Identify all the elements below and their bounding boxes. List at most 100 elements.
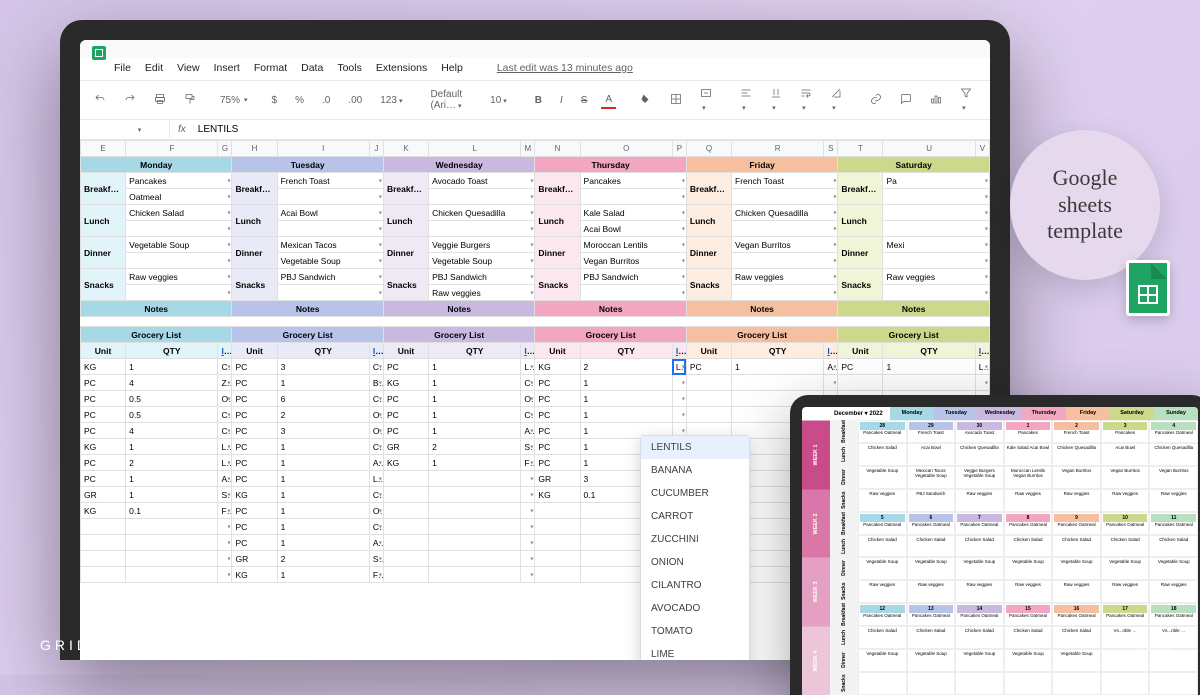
grocery-col-header[interactable]: Unit: [838, 343, 883, 359]
rotate-button[interactable]: [826, 85, 846, 115]
grocery-cell[interactable]: 2: [580, 359, 672, 375]
grocery-col-header[interactable]: QTY: [429, 343, 521, 359]
grocery-cell[interactable]: [429, 519, 521, 535]
grocery-cell[interactable]: [126, 519, 218, 535]
grocery-cell[interactable]: [429, 487, 521, 503]
meal-cell[interactable]: [883, 205, 990, 221]
cal-cell[interactable]: Vegetable Soup: [1101, 557, 1150, 580]
cal-cell[interactable]: Chicken Salad: [1052, 626, 1101, 649]
grocery-cell[interactable]: PC: [232, 519, 277, 535]
menu-extensions[interactable]: Extensions: [376, 62, 427, 74]
grocery-cell[interactable]: CHICKEN: [369, 487, 383, 503]
grocery-cell[interactable]: 2: [429, 439, 521, 455]
grocery-cell[interactable]: 1: [277, 455, 369, 471]
grocery-cell[interactable]: PC: [232, 471, 277, 487]
grocery-cell[interactable]: PC: [535, 455, 580, 471]
merge-button[interactable]: [696, 85, 716, 115]
grocery-cell[interactable]: [218, 551, 232, 567]
grocery-cell[interactable]: [672, 407, 686, 423]
column-header[interactable]: S: [824, 141, 838, 157]
grocery-cell[interactable]: 1: [277, 519, 369, 535]
cal-cell[interactable]: Vegetable Soup: [1149, 557, 1198, 580]
grocery-cell[interactable]: PC: [838, 359, 883, 375]
cal-cell[interactable]: 6Pancakes Oatmeal: [907, 512, 956, 535]
grocery-cell[interactable]: [81, 551, 126, 567]
cal-cell[interactable]: 18Pancakes Oatmeal: [1149, 603, 1198, 626]
grocery-cell[interactable]: KG: [232, 567, 277, 583]
grocery-cell[interactable]: 1: [126, 359, 218, 375]
grocery-cell[interactable]: PC: [535, 407, 580, 423]
meal-cell[interactable]: Moroccan Lentils: [580, 237, 686, 253]
autocomplete-item[interactable]: BANANA: [641, 459, 749, 482]
increase-decimal-button[interactable]: .00: [344, 93, 366, 108]
grocery-cell[interactable]: PC: [535, 391, 580, 407]
grocery-cell[interactable]: 0.1: [126, 503, 218, 519]
cal-cell[interactable]: Raw veggies: [858, 489, 907, 512]
cal-cell[interactable]: [955, 672, 1004, 695]
column-header[interactable]: H: [232, 141, 277, 157]
grocery-cell[interactable]: 1: [277, 535, 369, 551]
font-select[interactable]: Default (Ari…: [426, 87, 466, 113]
grocery-cell[interactable]: [686, 407, 731, 423]
grocery-cell[interactable]: [126, 535, 218, 551]
grocery-cell[interactable]: AVOCADO: [218, 471, 232, 487]
grocery-cell[interactable]: [975, 375, 989, 391]
v-align-button[interactable]: [766, 85, 786, 115]
grocery-cell[interactable]: 2: [126, 455, 218, 471]
column-header[interactable]: T: [838, 141, 883, 157]
grocery-cell[interactable]: 1: [126, 439, 218, 455]
meal-cell[interactable]: Chicken Quesadilla: [732, 205, 838, 221]
meal-cell[interactable]: Acai Bowl: [277, 205, 383, 221]
grocery-col-header[interactable]: QTY: [883, 343, 975, 359]
column-header[interactable]: P: [672, 141, 686, 157]
cal-cell[interactable]: [1149, 672, 1198, 695]
grocery-cell[interactable]: [521, 535, 535, 551]
grocery-col-header[interactable]: QTY: [126, 343, 218, 359]
grocery-cell[interactable]: PC: [232, 535, 277, 551]
grocery-cell[interactable]: CILANTRO: [369, 439, 383, 455]
italic-button[interactable]: I: [556, 93, 567, 108]
grocery-col-header[interactable]: Item: [824, 343, 838, 359]
meal-cell[interactable]: Mexi: [883, 237, 990, 253]
grocery-cell[interactable]: 0.5: [126, 407, 218, 423]
cal-cell[interactable]: Chicken Salad: [907, 535, 956, 558]
grocery-cell[interactable]: [521, 551, 535, 567]
grocery-col-header[interactable]: QTY: [732, 343, 824, 359]
column-header[interactable]: N: [535, 141, 580, 157]
cal-cell[interactable]: Chicken Quesadilla: [955, 443, 1004, 466]
cal-cell[interactable]: Vegetable Soup: [1004, 557, 1053, 580]
grocery-cell[interactable]: [686, 391, 731, 407]
cal-cell[interactable]: Chicken Salad: [907, 626, 956, 649]
grocery-col-header[interactable]: QTY: [580, 343, 672, 359]
grocery-cell[interactable]: 1: [580, 407, 672, 423]
meal-cell[interactable]: [126, 221, 232, 237]
cal-cell[interactable]: 1Pancakes: [1004, 420, 1053, 443]
grocery-cell[interactable]: ONION: [218, 391, 232, 407]
format-currency-button[interactable]: $: [268, 93, 282, 108]
autocomplete-item[interactable]: LENTILS: [641, 436, 749, 459]
cal-cell[interactable]: Raw veggies: [1052, 580, 1101, 603]
grocery-col-header[interactable]: Item: [218, 343, 232, 359]
cal-cell[interactable]: Chicken Salad: [1052, 535, 1101, 558]
grocery-cell[interactable]: [126, 567, 218, 583]
grocery-cell[interactable]: CARROT: [369, 359, 383, 375]
grocery-col-header[interactable]: Unit: [81, 343, 126, 359]
grocery-cell[interactable]: LEMON: [975, 359, 989, 375]
cal-cell[interactable]: 14Pancakes Oatmeal: [955, 603, 1004, 626]
meal-cell[interactable]: Pa: [883, 173, 990, 189]
grocery-cell[interactable]: LEMON: [369, 471, 383, 487]
grocery-cell[interactable]: PC: [535, 439, 580, 455]
grocery-cell[interactable]: PC: [232, 439, 277, 455]
cal-cell[interactable]: Vegetable Soup: [858, 466, 907, 489]
print-button[interactable]: [150, 91, 170, 110]
meal-cell[interactable]: Kale Salad: [580, 205, 686, 221]
meal-cell[interactable]: [883, 189, 990, 205]
grocery-cell[interactable]: STRAWBERRIES: [369, 551, 383, 567]
redo-button[interactable]: [120, 91, 140, 110]
formula-input[interactable]: [194, 120, 990, 139]
link-button[interactable]: [866, 91, 886, 110]
meal-cell[interactable]: Acai Bowl: [580, 221, 686, 237]
grocery-cell[interactable]: KG: [383, 375, 428, 391]
meal-cell[interactable]: [732, 189, 838, 205]
column-header[interactable]: K: [383, 141, 428, 157]
